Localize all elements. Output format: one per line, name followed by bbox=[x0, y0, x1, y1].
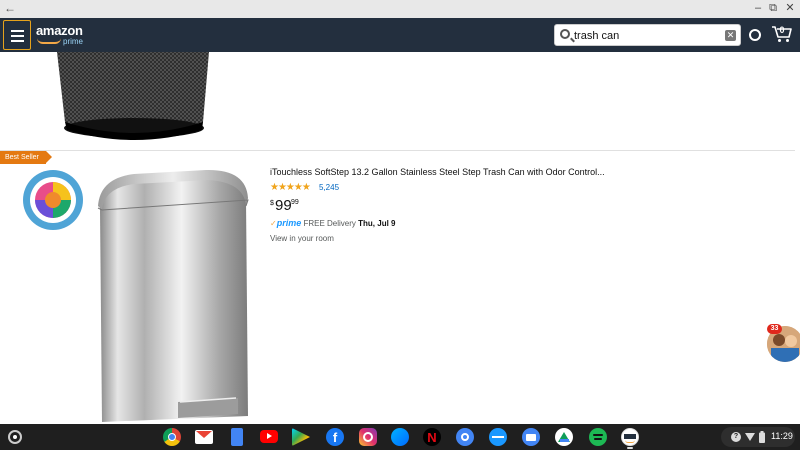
docs-app-icon[interactable] bbox=[231, 428, 243, 446]
files-app-icon[interactable] bbox=[522, 428, 540, 446]
product-title[interactable]: iTouchless SoftStep 13.2 Gallon Stainles… bbox=[270, 167, 605, 177]
back-arrow-icon[interactable]: ← bbox=[4, 1, 16, 15]
price-fraction: 99 bbox=[291, 199, 299, 206]
youtube-app-icon[interactable] bbox=[260, 430, 278, 443]
certification-seal-image bbox=[23, 170, 83, 230]
logo-smile-icon bbox=[37, 38, 61, 44]
result-divider bbox=[0, 150, 795, 151]
notification-count-badge: 33 bbox=[767, 324, 782, 334]
rating-stars-icon: ★★★★★ bbox=[270, 182, 311, 193]
search-input[interactable] bbox=[574, 28, 714, 43]
cart-button[interactable]: 0 bbox=[771, 25, 793, 43]
instagram-app-icon[interactable] bbox=[359, 428, 377, 446]
logo-subtext: prime bbox=[63, 37, 84, 46]
price-whole: 99 bbox=[275, 197, 292, 214]
notification-icon[interactable]: ? bbox=[731, 432, 741, 442]
clock: 11:29 bbox=[771, 431, 793, 441]
battery-icon bbox=[759, 431, 765, 443]
prime-label: prime bbox=[276, 218, 302, 228]
clear-search-icon[interactable]: ✕ bbox=[725, 30, 736, 41]
close-window-icon[interactable]: ✕ bbox=[783, 1, 797, 15]
wifi-icon bbox=[745, 433, 755, 441]
best-seller-badge: Best Seller bbox=[0, 151, 52, 164]
previous-product-image[interactable] bbox=[55, 52, 215, 142]
search-bar[interactable]: ✕ bbox=[554, 24, 741, 46]
delivery-date: Thu, Jul 9 bbox=[358, 219, 396, 228]
search-icon bbox=[560, 29, 570, 39]
delivery-label: FREE Delivery bbox=[303, 219, 356, 228]
gmail-app-icon[interactable] bbox=[195, 430, 213, 444]
launcher-icon[interactable] bbox=[8, 430, 22, 444]
play-store-app-icon[interactable] bbox=[292, 428, 310, 446]
minimize-icon[interactable]: – bbox=[751, 1, 765, 15]
logo-text: amazon bbox=[36, 23, 83, 38]
os-shelf: f N ? 11:29 bbox=[0, 424, 800, 450]
view-in-room-link[interactable]: View in your room bbox=[270, 234, 334, 243]
prime-check-icon: ✓ bbox=[270, 219, 277, 228]
search-results[interactable]: Best Seller iTouchless SoftStep 13.2 Gal… bbox=[0, 52, 800, 424]
active-app-indicator bbox=[627, 447, 633, 449]
spotify-app-icon[interactable] bbox=[589, 428, 607, 446]
product-image[interactable] bbox=[88, 166, 263, 424]
alexa-voice-icon[interactable] bbox=[749, 29, 761, 41]
netflix-app-icon[interactable]: N bbox=[423, 428, 441, 446]
delivery-info: ✓prime FREE Delivery Thu, Jul 9 bbox=[270, 218, 395, 228]
window-titlebar: ← – ⧉ ✕ bbox=[0, 0, 800, 18]
status-tray[interactable]: ? 11:29 bbox=[721, 427, 795, 447]
amazon-prime-logo[interactable]: amazon prime bbox=[36, 23, 83, 46]
prime-video-app-icon[interactable] bbox=[489, 428, 507, 446]
maximize-icon[interactable]: ⧉ bbox=[766, 1, 780, 15]
google-drive-app-icon[interactable] bbox=[555, 428, 573, 446]
settings-app-icon[interactable] bbox=[456, 428, 474, 446]
menu-button[interactable] bbox=[3, 20, 31, 50]
cart-count: 0 bbox=[779, 25, 785, 35]
facebook-app-icon[interactable]: f bbox=[326, 428, 344, 446]
rating-count[interactable]: 5,245 bbox=[319, 183, 339, 192]
messenger-app-icon[interactable] bbox=[391, 428, 409, 446]
chrome-app-icon[interactable] bbox=[163, 428, 181, 446]
amazon-app-icon[interactable] bbox=[621, 428, 639, 446]
price-symbol: $ bbox=[270, 200, 274, 207]
